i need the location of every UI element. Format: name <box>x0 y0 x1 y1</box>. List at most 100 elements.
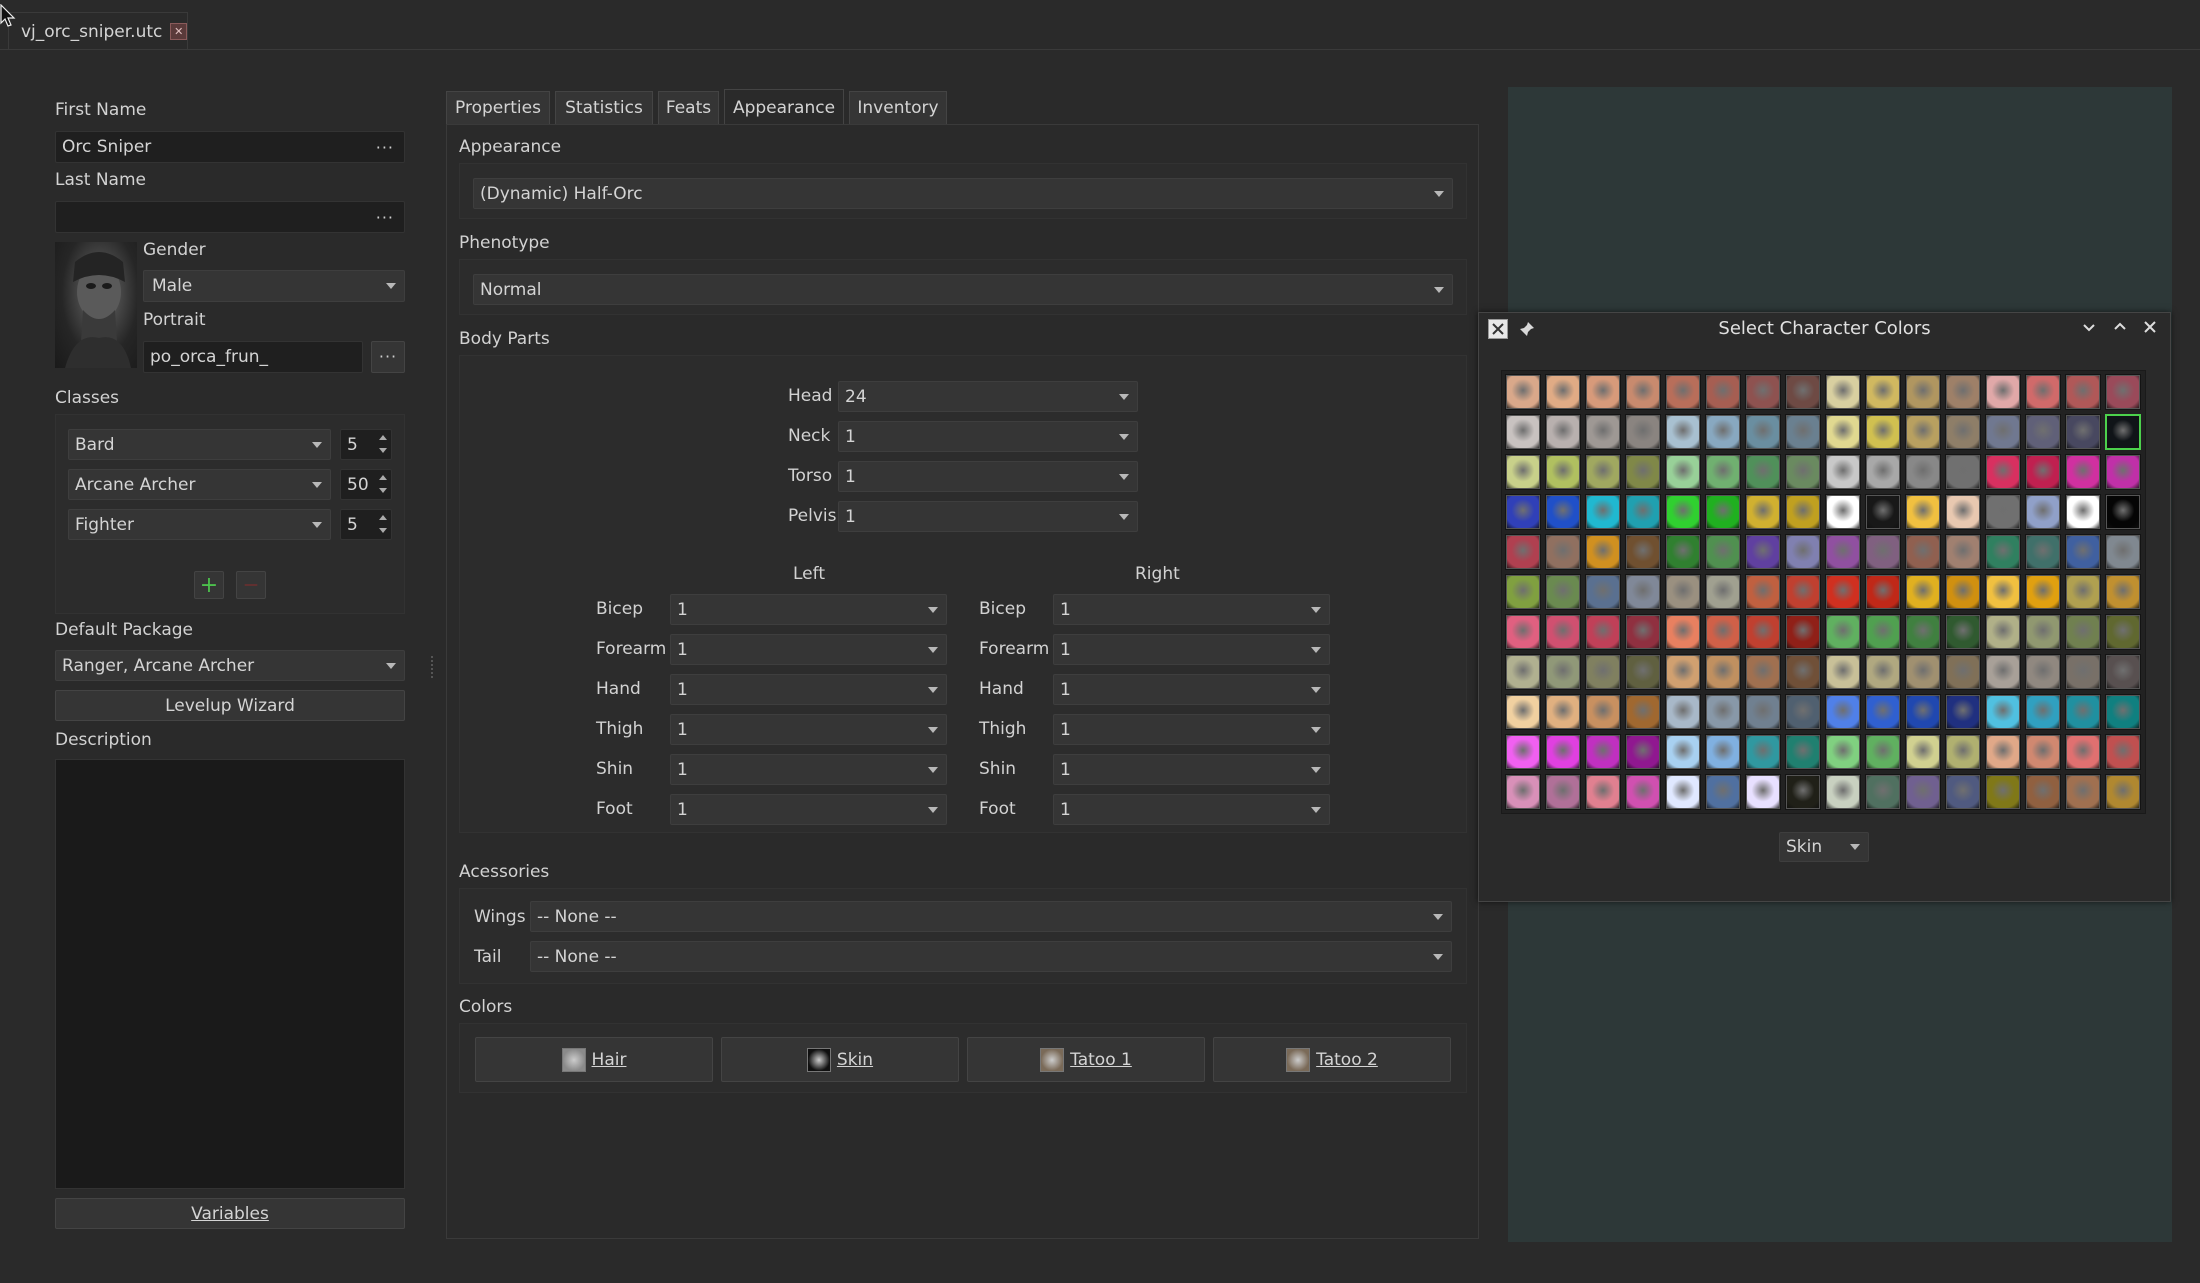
color-swatch[interactable] <box>2065 694 2101 730</box>
forearm-right-select[interactable]: 1 <box>1053 634 1330 665</box>
spin-arrows-icon[interactable] <box>377 513 389 535</box>
color-swatch[interactable] <box>1505 414 1541 450</box>
color-swatch[interactable] <box>1825 654 1861 690</box>
color-swatch[interactable] <box>1545 454 1581 490</box>
gender-select[interactable]: Male <box>143 270 405 302</box>
minimize-icon[interactable] <box>2078 316 2100 338</box>
hair-color-button[interactable]: Hair <box>475 1037 713 1082</box>
color-swatch[interactable] <box>1785 734 1821 770</box>
color-swatch[interactable] <box>2065 494 2101 530</box>
color-swatch[interactable] <box>1945 774 1981 810</box>
default-package-select[interactable]: Ranger, Arcane Archer <box>55 650 405 681</box>
color-swatch[interactable] <box>1905 494 1941 530</box>
color-swatch[interactable] <box>2025 574 2061 610</box>
add-class-button[interactable]: + <box>194 571 224 599</box>
color-swatch[interactable] <box>1825 734 1861 770</box>
color-swatch[interactable] <box>1865 494 1901 530</box>
color-swatch[interactable] <box>2025 774 2061 810</box>
color-swatch[interactable] <box>1865 574 1901 610</box>
color-swatch[interactable] <box>1945 374 1981 410</box>
color-swatch[interactable] <box>1505 574 1541 610</box>
color-swatch[interactable] <box>2105 454 2141 490</box>
color-swatch[interactable] <box>1625 454 1661 490</box>
color-swatch[interactable] <box>1545 414 1581 450</box>
color-swatch[interactable] <box>1585 494 1621 530</box>
color-swatch[interactable] <box>1985 734 2021 770</box>
color-swatch[interactable] <box>1865 614 1901 650</box>
color-swatch[interactable] <box>1985 614 2021 650</box>
color-swatch[interactable] <box>2105 734 2141 770</box>
color-swatch[interactable] <box>1825 454 1861 490</box>
last-name-field[interactable]: ··· <box>55 201 405 233</box>
tab-statistics[interactable]: Statistics <box>555 91 653 124</box>
tab-feats[interactable]: Feats <box>658 91 719 124</box>
color-swatch[interactable] <box>1705 454 1741 490</box>
spin-arrows-icon[interactable] <box>377 473 389 495</box>
color-swatch[interactable] <box>1905 534 1941 570</box>
color-swatch[interactable] <box>1665 734 1701 770</box>
color-swatch[interactable] <box>1985 654 2021 690</box>
color-swatch[interactable] <box>1985 574 2021 610</box>
color-swatch[interactable] <box>2025 414 2061 450</box>
color-swatch[interactable] <box>1625 614 1661 650</box>
head-select[interactable]: 24 <box>838 381 1138 412</box>
color-swatch[interactable] <box>1625 534 1661 570</box>
color-swatch[interactable] <box>1705 374 1741 410</box>
hand-left-select[interactable]: 1 <box>670 674 947 705</box>
color-swatch[interactable] <box>1745 654 1781 690</box>
color-swatch[interactable] <box>1545 574 1581 610</box>
color-swatch[interactable] <box>1865 774 1901 810</box>
color-swatch[interactable] <box>1745 734 1781 770</box>
color-swatch[interactable] <box>1985 534 2021 570</box>
color-swatch[interactable] <box>1825 534 1861 570</box>
color-swatch[interactable] <box>1745 774 1781 810</box>
color-swatch[interactable] <box>1585 614 1621 650</box>
torso-select[interactable]: 1 <box>838 461 1138 492</box>
color-swatch[interactable] <box>2105 414 2141 450</box>
shin-left-select[interactable]: 1 <box>670 754 947 785</box>
color-swatch[interactable] <box>1705 774 1741 810</box>
color-swatch[interactable] <box>1745 574 1781 610</box>
class-level-spinbox[interactable]: 5 <box>340 429 392 460</box>
color-swatch[interactable] <box>1785 454 1821 490</box>
more-button[interactable]: ··· <box>376 210 394 226</box>
color-swatch[interactable] <box>1825 414 1861 450</box>
color-swatch[interactable] <box>1785 494 1821 530</box>
color-swatch[interactable] <box>1585 774 1621 810</box>
remove-class-button[interactable]: — <box>236 571 266 599</box>
color-swatch[interactable] <box>1905 574 1941 610</box>
color-swatch[interactable] <box>1785 654 1821 690</box>
pelvis-select[interactable]: 1 <box>838 501 1138 532</box>
tatoo-2-color-button[interactable]: Tatoo 2 <box>1213 1037 1451 1082</box>
neck-select[interactable]: 1 <box>838 421 1138 452</box>
color-swatch[interactable] <box>1945 614 1981 650</box>
color-swatch[interactable] <box>1705 534 1741 570</box>
class-select[interactable]: Bard <box>68 429 331 460</box>
color-swatch[interactable] <box>1985 694 2021 730</box>
color-swatch[interactable] <box>1585 414 1621 450</box>
color-swatch[interactable] <box>1945 734 1981 770</box>
color-swatch[interactable] <box>1745 454 1781 490</box>
color-swatch[interactable] <box>1745 614 1781 650</box>
color-swatch[interactable] <box>1505 614 1541 650</box>
color-swatch[interactable] <box>1905 414 1941 450</box>
color-swatch[interactable] <box>1665 374 1701 410</box>
color-swatch[interactable] <box>2065 774 2101 810</box>
foot-right-select[interactable]: 1 <box>1053 794 1330 825</box>
forearm-left-select[interactable]: 1 <box>670 634 947 665</box>
color-swatch[interactable] <box>1545 734 1581 770</box>
color-swatch[interactable] <box>1505 494 1541 530</box>
color-swatch[interactable] <box>1585 574 1621 610</box>
color-swatch[interactable] <box>1985 414 2021 450</box>
color-swatch[interactable] <box>1905 734 1941 770</box>
color-channel-select[interactable]: Skin <box>1779 832 1869 862</box>
first-name-field[interactable]: Orc Sniper ··· <box>55 131 405 163</box>
tatoo-1-color-button[interactable]: Tatoo 1 <box>967 1037 1205 1082</box>
color-swatch[interactable] <box>1905 614 1941 650</box>
color-swatch[interactable] <box>1505 734 1541 770</box>
color-swatch[interactable] <box>2065 534 2101 570</box>
color-swatch[interactable] <box>1985 494 2021 530</box>
bicep-left-select[interactable]: 1 <box>670 594 947 625</box>
color-swatch[interactable] <box>1825 574 1861 610</box>
color-swatch[interactable] <box>1865 374 1901 410</box>
